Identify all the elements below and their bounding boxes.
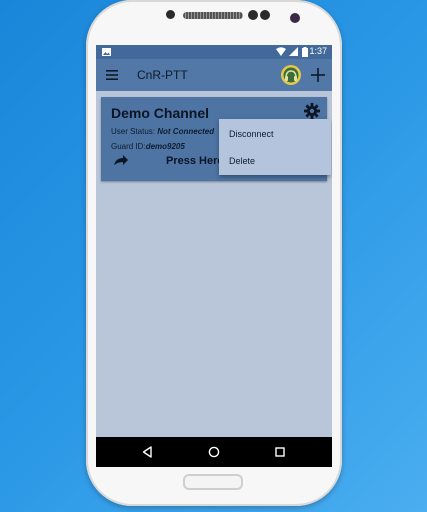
user-status-line: User Status: Not Connected	[111, 127, 214, 136]
menu-item-delete[interactable]: Delete	[229, 156, 255, 166]
physical-home-button[interactable]	[183, 474, 243, 490]
sensor-dot	[248, 10, 258, 20]
battery-icon	[302, 47, 308, 57]
channel-name: Demo Channel	[111, 105, 210, 121]
back-icon[interactable]	[142, 446, 152, 458]
signal-icon	[289, 47, 298, 56]
press-here-button[interactable]: Press Here	[166, 155, 224, 167]
app-bar: CnR-PTT	[96, 59, 332, 91]
guard-id-label: Guard ID:	[111, 142, 146, 151]
navigation-bar	[96, 437, 332, 467]
recents-icon[interactable]	[275, 447, 285, 457]
status-bar: 1:37	[96, 45, 332, 59]
image-notification-icon	[102, 48, 111, 56]
arrow-right-icon	[114, 155, 128, 165]
gear-icon[interactable]	[304, 103, 320, 119]
home-icon[interactable]	[208, 446, 220, 458]
add-icon[interactable]	[311, 68, 325, 82]
status-time: 1:37	[309, 46, 327, 56]
context-menu: Disconnect Delete	[219, 119, 331, 175]
guard-id-value: demo9205	[145, 142, 185, 151]
front-camera	[290, 13, 300, 23]
sensor-dot	[166, 10, 175, 19]
user-status-label: User Status:	[111, 127, 158, 136]
wifi-icon	[276, 47, 286, 56]
guard-id-line: Guard ID:demo9205	[111, 142, 185, 151]
menu-item-disconnect[interactable]: Disconnect	[229, 129, 274, 139]
phone-screen: 1:37 CnR-PTT Demo Channel User Status: N…	[96, 45, 332, 467]
hamburger-menu-icon[interactable]	[106, 70, 118, 80]
earpiece-speaker	[183, 12, 243, 19]
ptt-status-icon[interactable]	[280, 64, 302, 86]
sensor-dot	[260, 10, 270, 20]
app-title: CnR-PTT	[137, 68, 188, 82]
user-status-value: Not Connected	[157, 127, 215, 136]
